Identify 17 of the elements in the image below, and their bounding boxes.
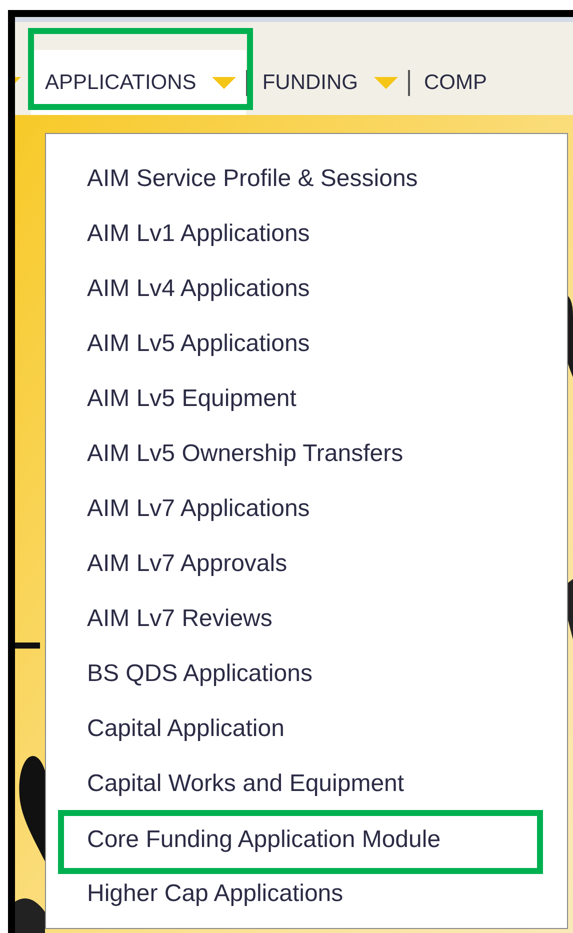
- menu-item[interactable]: AIM Lv7 Reviews: [46, 591, 567, 646]
- menu-item[interactable]: AIM Lv4 Applications: [46, 261, 567, 316]
- menu-item[interactable]: BS QDS Applications: [46, 646, 567, 701]
- menu-item[interactable]: AIM Lv7 Approvals: [46, 536, 567, 591]
- menu-item[interactable]: Capital Works and Equipment: [46, 756, 567, 811]
- menu-item[interactable]: AIM Lv1 Applications: [46, 206, 567, 261]
- menu-item[interactable]: AIM Lv5 Applications: [46, 316, 567, 371]
- menu-item[interactable]: Capital Application: [46, 701, 567, 756]
- menu-item[interactable]: Higher Cap Applications: [46, 866, 567, 921]
- menu-item[interactable]: AIM Lv5 Equipment: [46, 371, 567, 426]
- nav-tab[interactable]: COMP: [410, 50, 497, 115]
- menu-item[interactable]: AIM Service Profile & Sessions: [46, 151, 567, 206]
- nav-tab[interactable]: FUNDING: [248, 50, 408, 115]
- menu-item[interactable]: AIM Lv7 Applications: [46, 481, 567, 536]
- menu-item[interactable]: Core Funding Application Module: [65, 817, 536, 862]
- nav-tab[interactable]: APPLICATIONS: [31, 50, 246, 115]
- menu-item[interactable]: AIM Lv5 Ownership Transfers: [46, 426, 567, 481]
